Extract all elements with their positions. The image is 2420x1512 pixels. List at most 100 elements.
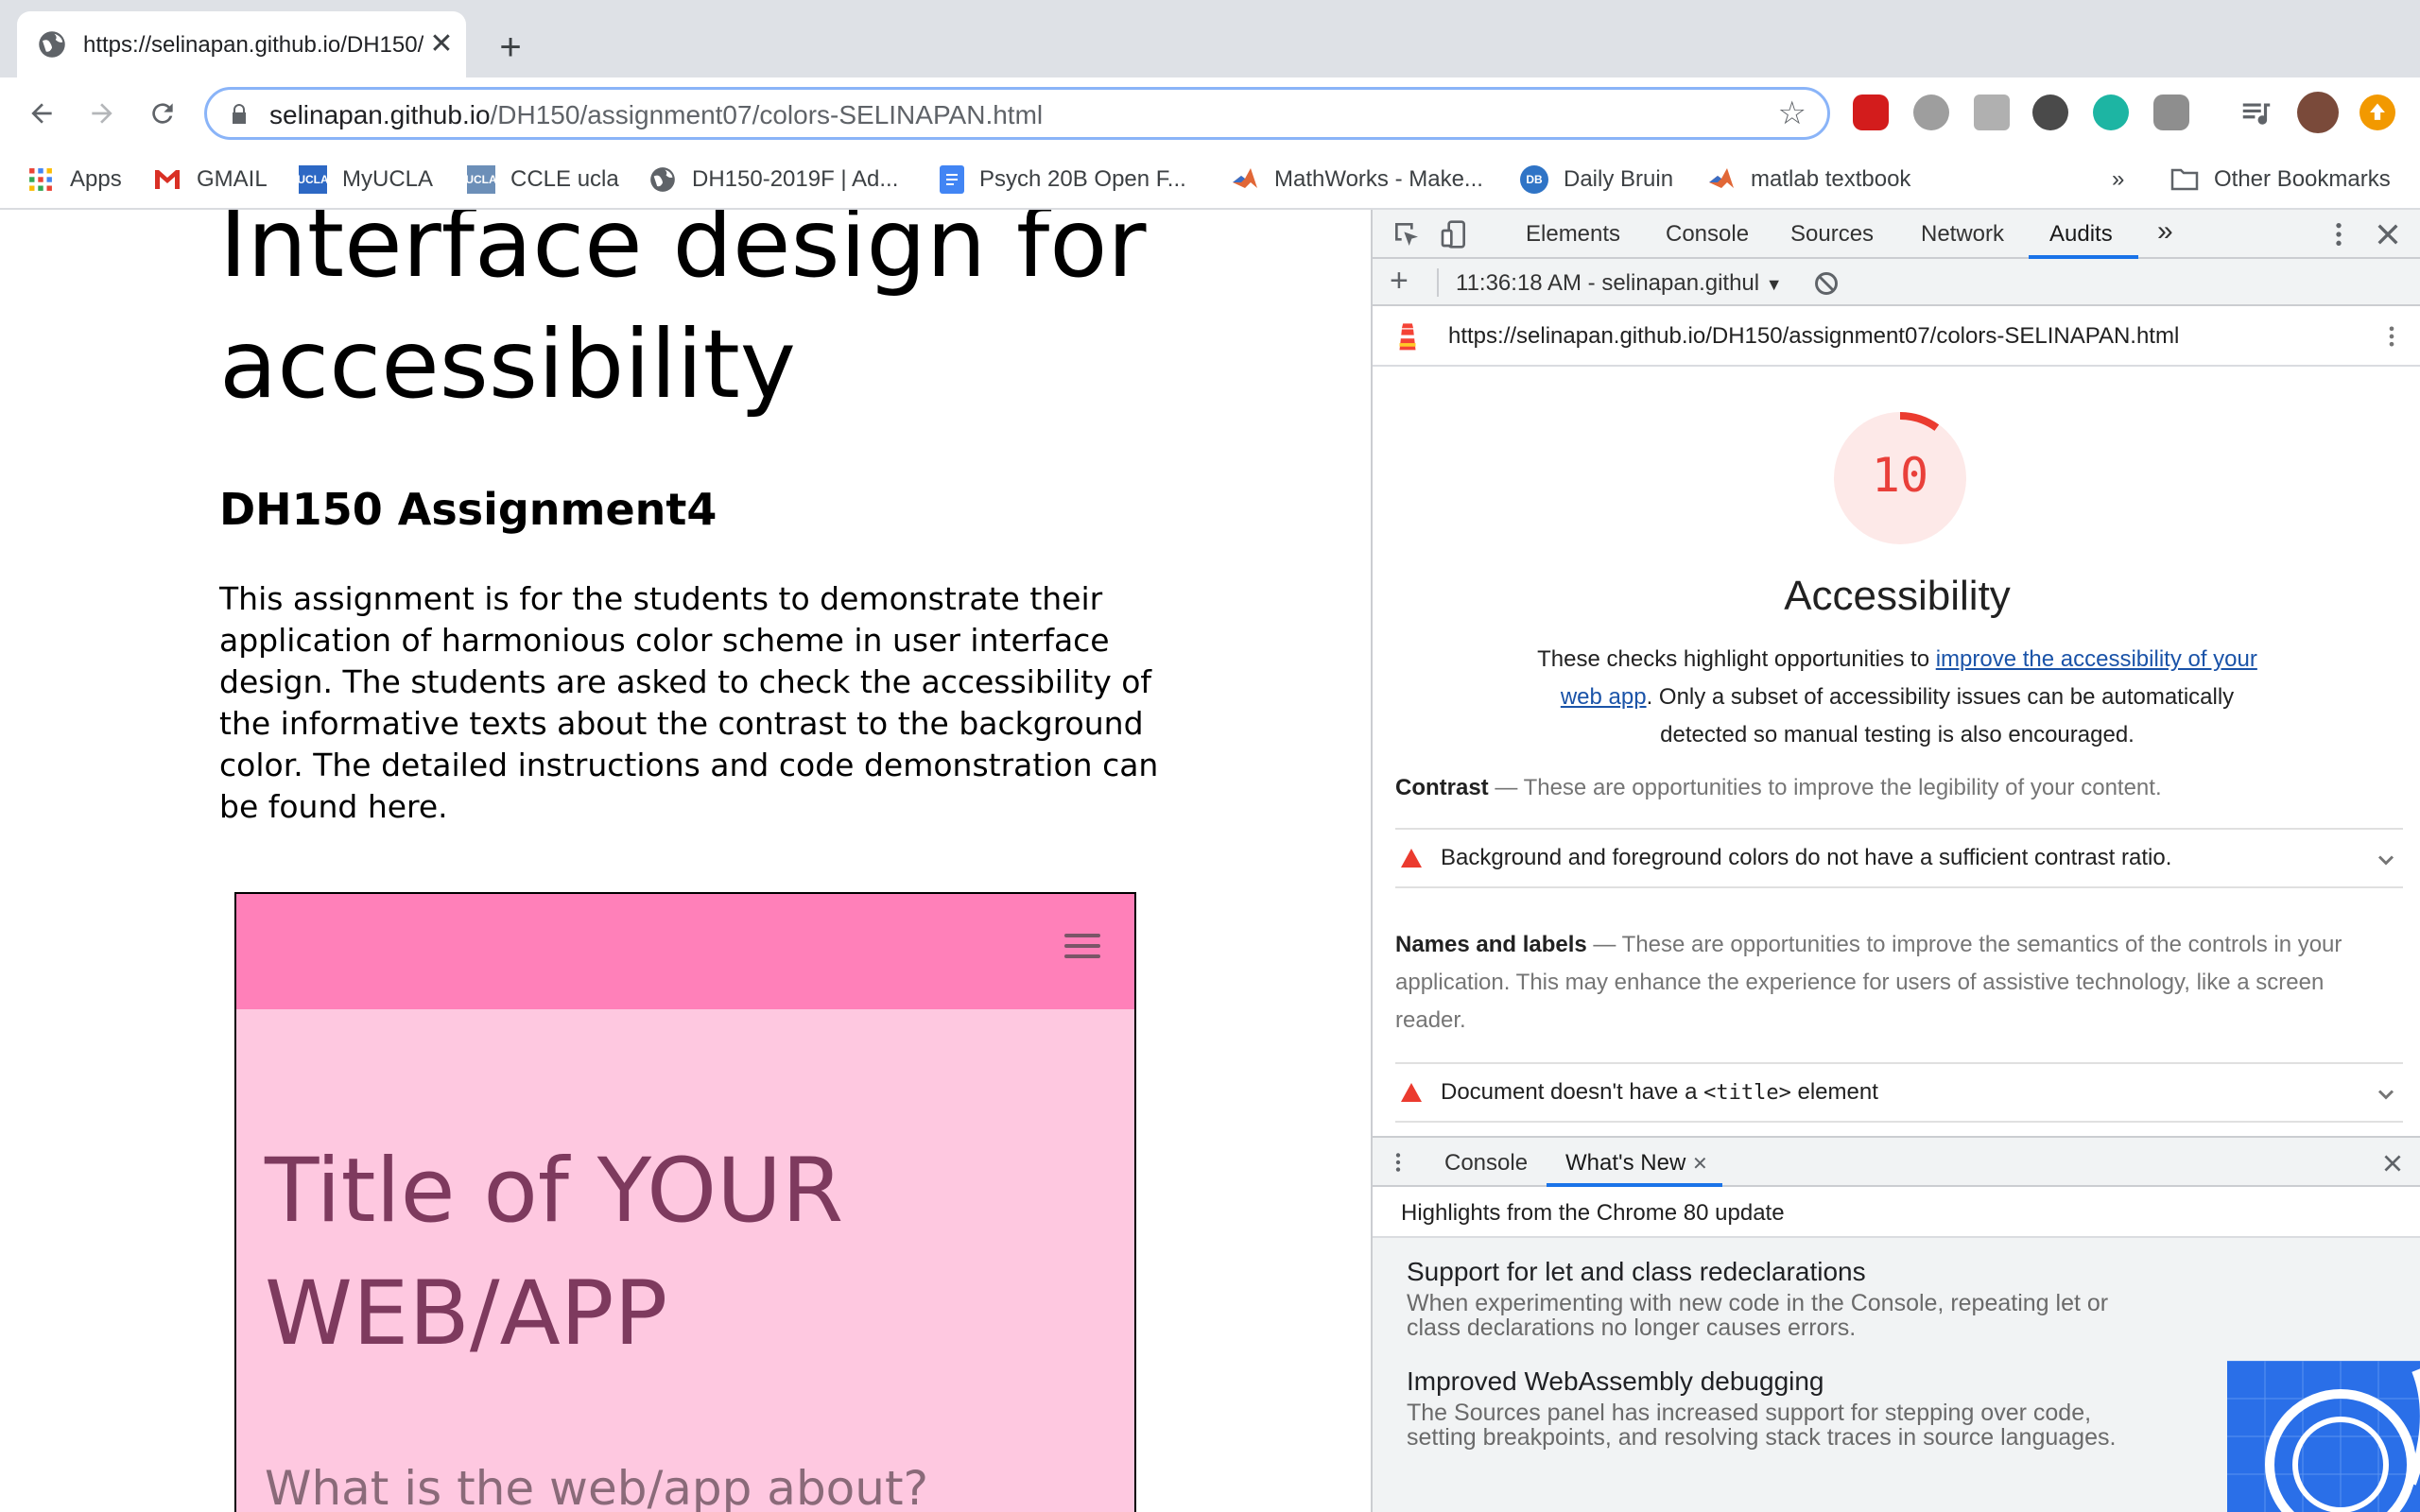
tab-elements[interactable]: Elements	[1526, 221, 1620, 248]
feature-title[interactable]: Support for let and class redeclarations	[1407, 1257, 1866, 1287]
new-tab-button[interactable]: +	[490, 26, 531, 68]
clear-icon[interactable]	[1813, 270, 1840, 297]
star-icon[interactable]: ☆	[1778, 97, 1806, 129]
browser-tab[interactable]: https://selinapan.github.io/DH150/assign…	[17, 11, 466, 77]
dropdown-caret-icon: ▼	[1765, 275, 1783, 294]
toolbar: selinapan.github.io/DH150/assignment07/c…	[0, 77, 2420, 149]
category-title: Accessibility	[1784, 573, 2011, 619]
reload-icon	[152, 103, 173, 124]
forward-button[interactable]	[79, 91, 125, 136]
bookmark-daily-bruin[interactable]: DB Daily Bruin	[1520, 163, 1673, 197]
new-audit-plus-icon[interactable]: +	[1390, 263, 1409, 300]
mockup-title: Title of YOUR WEB/APP	[265, 1140, 844, 1366]
avatar[interactable]	[2297, 92, 2339, 133]
update-icon[interactable]	[2360, 94, 2395, 130]
bookmark-myucla[interactable]: UCLA MyUCLA	[297, 163, 434, 197]
arrow-left-icon	[31, 103, 52, 124]
mendeley-extension-icon[interactable]	[2093, 94, 2129, 130]
bookmark-gmail[interactable]: GMAIL	[153, 163, 268, 197]
drawer-tab-label: What's New	[1565, 1150, 1686, 1176]
reload-button[interactable]	[140, 91, 185, 136]
bookmark-label: Daily Bruin	[1564, 166, 1674, 192]
devtools-panel: Elements Console Sources Network Audits …	[1371, 210, 2420, 1512]
page-title: Interface design for accessibility	[219, 210, 1147, 420]
group-description: These are opportunities to improve the l…	[1523, 775, 2162, 800]
tab-strip: https://selinapan.github.io/DH150/assign…	[0, 0, 2420, 77]
bookmark-ccle[interactable]: UCLA CCLE ucla	[465, 163, 619, 197]
tab-network[interactable]: Network	[1921, 221, 2004, 248]
url-text: selinapan.github.io/DH150/assignment07/c…	[269, 100, 1043, 130]
globe-icon	[648, 165, 677, 194]
chevron-down-icon[interactable]	[2373, 1081, 2399, 1108]
tab-console[interactable]: Console	[1666, 221, 1749, 248]
paw-extension-icon[interactable]	[2153, 94, 2189, 130]
kebab-menu-icon[interactable]	[2324, 219, 2354, 249]
drawer-menu-icon[interactable]	[1386, 1149, 1410, 1176]
bookmark-label: Other Bookmarks	[2214, 166, 2391, 192]
web-page: Interface design for accessibility DH150…	[0, 210, 1371, 1512]
bookmark-psych20b[interactable]: Psych 20B Open F...	[940, 163, 1186, 197]
audit-document-title[interactable]: Document doesn't have a <title> element	[1395, 1062, 2403, 1123]
close-tab-icon[interactable]: ✕	[1692, 1154, 1708, 1175]
bookmark-label: matlab textbook	[1751, 166, 1911, 192]
drawer-tabbar: Console What's New ✕	[1373, 1136, 2420, 1187]
m-extension-icon[interactable]	[2032, 94, 2068, 130]
report-menu-icon[interactable]	[2378, 323, 2405, 350]
matlab-icon	[1231, 165, 1259, 194]
feature-description: When experimenting with new code in the …	[1407, 1290, 2109, 1341]
inspect-element-icon[interactable]	[1392, 219, 1422, 249]
group-contrast-header: Contrast — These are opportunities to im…	[1395, 769, 2397, 807]
audit-run-select[interactable]: 11:36:18 AM - selinapan.githul ▼	[1456, 270, 1783, 297]
devtools-logo-icon	[2227, 1361, 2420, 1512]
globe-icon	[39, 31, 65, 58]
audit-run-label: 11:36:18 AM - selinapan.githul	[1456, 270, 1760, 296]
group-dash: —	[1488, 775, 1524, 800]
other-bookmarks-folder[interactable]: Other Bookmarks	[2170, 163, 2391, 197]
hamburger-menu-icon[interactable]	[1064, 934, 1100, 958]
feature-title[interactable]: Improved WebAssembly debugging	[1407, 1366, 1824, 1397]
tab-sources[interactable]: Sources	[1790, 221, 1874, 248]
fail-triangle-icon	[1401, 1083, 1422, 1102]
mockup-header	[236, 894, 1134, 1009]
device-toolbar-icon[interactable]	[1439, 219, 1469, 249]
more-tabs-button[interactable]: »	[2157, 215, 2173, 248]
docs-icon	[940, 165, 964, 194]
drawer-tab-whats-new[interactable]: What's New ✕	[1565, 1150, 1708, 1177]
matlab-icon	[1707, 165, 1736, 194]
bookmark-label: Psych 20B Open F...	[979, 166, 1186, 192]
bookmark-mathworks[interactable]: MathWorks - Make...	[1231, 163, 1483, 197]
close-devtools-icon[interactable]	[2373, 219, 2403, 249]
feature-description: The Sources panel has increased support …	[1407, 1400, 2117, 1451]
tab-title: https://selinapan.github.io/DH150/assign…	[83, 32, 424, 58]
address-bar[interactable]: selinapan.github.io/DH150/assignment07/c…	[204, 87, 1830, 140]
bookmark-apps[interactable]: Apps	[26, 163, 122, 197]
desc-prefix: These checks highlight opportunities to	[1537, 646, 1936, 672]
bookmarks-overflow-button[interactable]: »	[2112, 163, 2124, 197]
lock-icon	[233, 104, 246, 124]
ucla-icon: UCLA	[297, 165, 329, 194]
audit-title: Document doesn't have a <title> element	[1441, 1079, 1878, 1106]
page-paragraph: This assignment is for the students to d…	[219, 580, 1159, 825]
back-button[interactable]	[19, 91, 64, 136]
bookmark-matlab-textbook[interactable]: matlab textbook	[1707, 163, 1910, 197]
chevron-down-icon[interactable]	[2373, 847, 2399, 873]
report-url-bar: https://selinapan.github.io/DH150/assign…	[1373, 306, 2420, 367]
bookmark-dh150[interactable]: DH150-2019F | Ad...	[648, 163, 898, 197]
close-tab-icon[interactable]: ✕	[425, 28, 458, 60]
media-control-icon[interactable]	[2238, 94, 2274, 130]
bookmark-label: MyUCLA	[342, 166, 434, 192]
audits-toolbar: + 11:36:18 AM - selinapan.githul ▼	[1373, 259, 2420, 306]
group-title: Contrast	[1395, 775, 1489, 800]
fail-triangle-icon	[1401, 849, 1422, 868]
group-names-labels-header: Names and labels — These are opportuniti…	[1395, 926, 2397, 1040]
close-drawer-icon[interactable]	[2380, 1151, 2405, 1176]
audit-contrast[interactable]: Background and foreground colors do not …	[1395, 828, 2403, 888]
bookmarks-bar: Apps GMAIL UCLA MyUCLA UCLA CCLE ucla DH15…	[0, 149, 2420, 210]
page-subtitle: DH150 Assignment4	[219, 484, 717, 535]
adblock-extension-icon[interactable]	[1853, 94, 1889, 130]
circle-extension-icon[interactable]	[1913, 94, 1949, 130]
tab-audits[interactable]: Audits	[2049, 221, 2113, 248]
h-extension-icon[interactable]	[1974, 94, 2010, 130]
drawer-tab-console[interactable]: Console	[1444, 1150, 1528, 1177]
devtools-tabbar: Elements Console Sources Network Audits …	[1373, 210, 2420, 259]
